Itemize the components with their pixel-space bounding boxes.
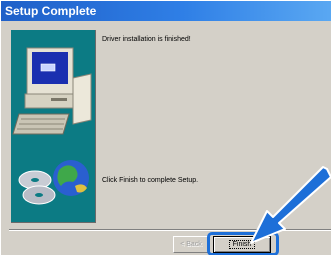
title-bar: Setup Complete — [1, 1, 331, 21]
cd-globe-icon — [18, 160, 89, 205]
instruction-message: Click Finish to complete Setup. — [102, 177, 199, 184]
status-message: Driver installation is finished! — [102, 36, 191, 43]
window-title: Setup Complete — [5, 4, 97, 18]
back-button[interactable]: < Back — [173, 236, 209, 253]
setup-art-panel — [11, 30, 96, 223]
pointer-arrow-icon — [250, 166, 331, 244]
computer-icon — [12, 47, 92, 135]
